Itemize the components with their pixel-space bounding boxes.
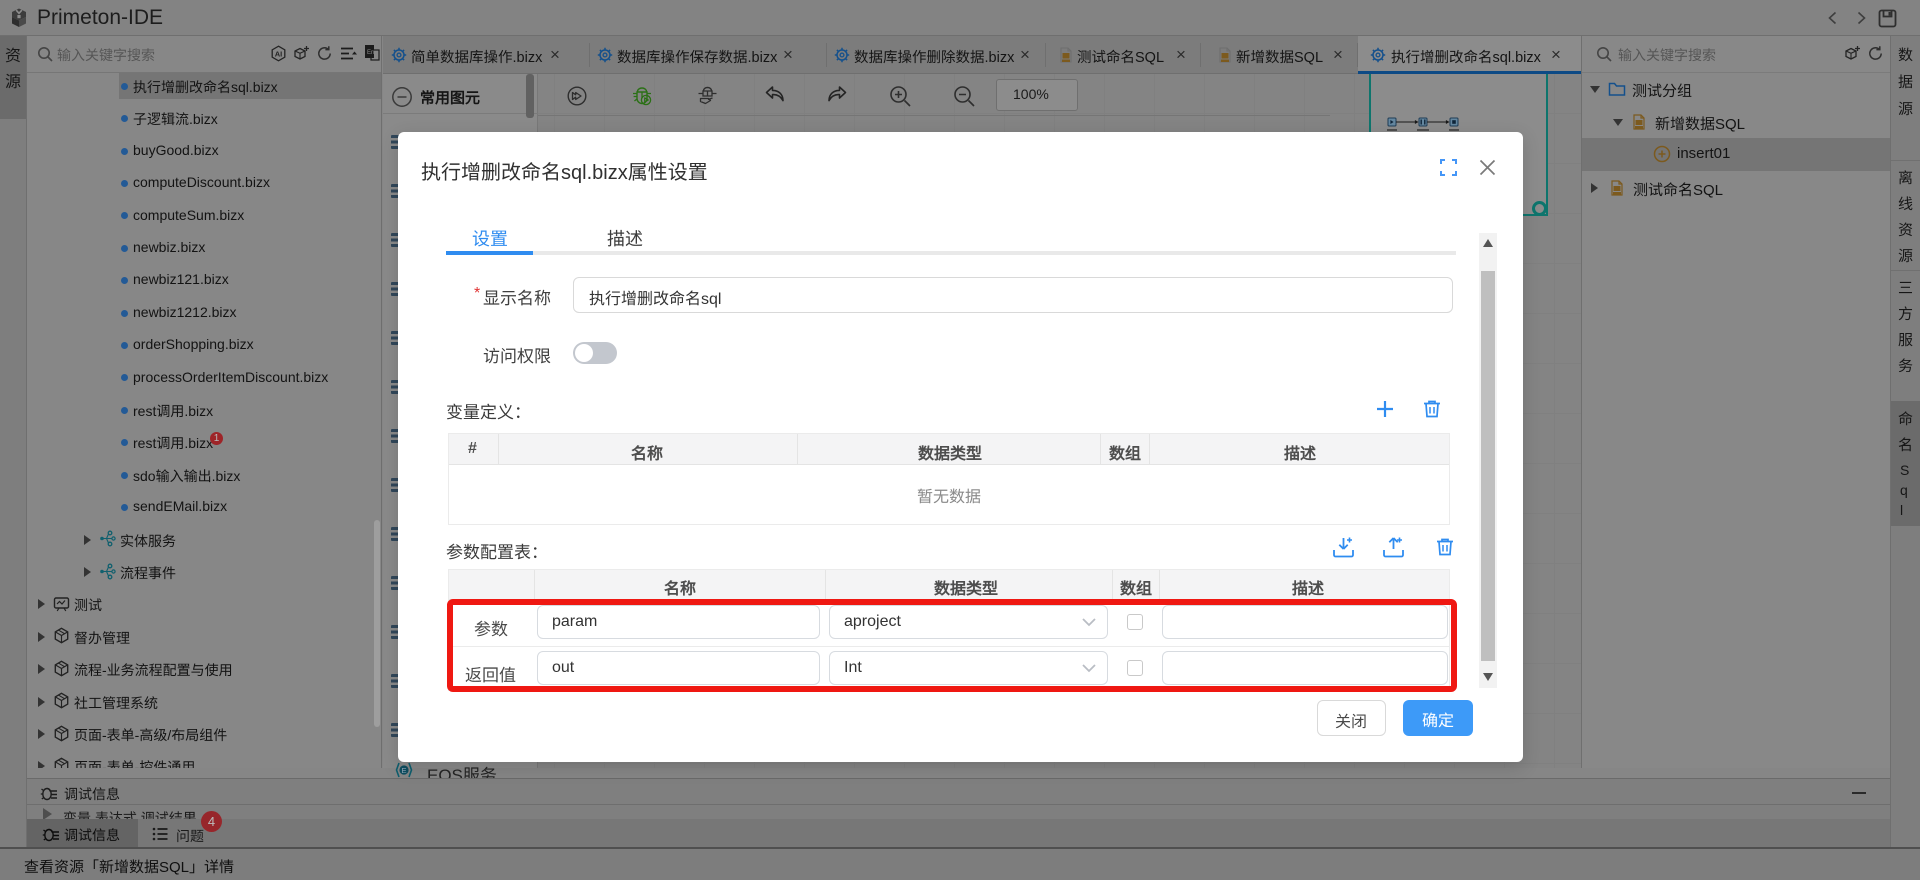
svg-text:AI: AI [275, 50, 283, 59]
svg-text:En: En [367, 50, 374, 56]
svg-text:E: E [401, 766, 406, 775]
